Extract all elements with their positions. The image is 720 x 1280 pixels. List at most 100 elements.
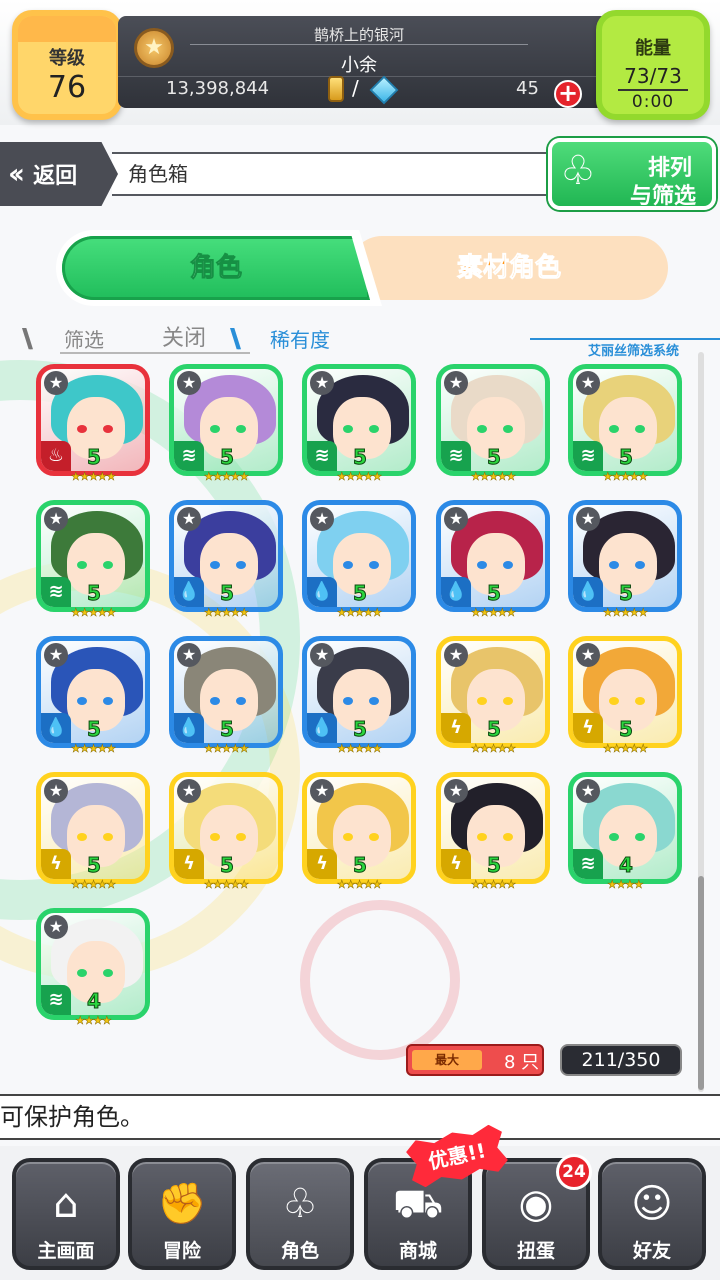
water-attribute-icon: 💧 <box>441 577 471 607</box>
character-card[interactable]: ★ ϟ 5 <box>302 772 416 884</box>
character-card[interactable]: ★ 💧 5 <box>436 500 550 612</box>
favorite-star-icon[interactable]: ★ <box>44 643 68 667</box>
thunder-attribute-icon: ϟ <box>441 849 471 879</box>
favorite-star-icon[interactable]: ★ <box>310 779 334 803</box>
character-card[interactable]: ★ ♨ 5 <box>36 364 150 476</box>
favorite-star-icon[interactable]: ★ <box>576 371 600 395</box>
rarity-stars: ★★★★★ <box>203 470 250 484</box>
thunder-attribute-icon: ϟ <box>441 713 471 743</box>
rarity-stars: ★★★★★ <box>203 606 250 620</box>
character-level: 5 <box>487 581 502 606</box>
favorite-star-icon[interactable]: ★ <box>444 507 468 531</box>
rarity-stars: ★★★★★ <box>602 470 649 484</box>
character-level: 5 <box>353 445 368 470</box>
filter-system-label: 艾丽丝筛选系统 <box>588 344 680 359</box>
character-card[interactable]: ★ ≋ 5 <box>169 364 283 476</box>
favorite-star-icon[interactable]: ★ <box>310 643 334 667</box>
thunder-attribute-icon: ϟ <box>573 713 603 743</box>
favorite-star-icon[interactable]: ★ <box>310 507 334 531</box>
rarity-stars: ★★★★★ <box>470 606 517 620</box>
rarity-stars: ★★★★★ <box>336 606 383 620</box>
nav-adventure-button[interactable]: ✊ 冒险 <box>128 1158 236 1270</box>
filter-state[interactable]: 关闭 <box>162 320 206 352</box>
character-card[interactable]: ★ ϟ 5 <box>436 772 550 884</box>
max-label: 最大 <box>412 1050 482 1070</box>
character-card[interactable]: ★ ϟ 5 <box>436 636 550 748</box>
nav-gacha-label: 扭蛋 <box>516 1240 555 1262</box>
back-button[interactable]: ‹‹ 返回 <box>0 142 118 206</box>
character-card[interactable]: ★ ≋ 5 <box>36 500 150 612</box>
character-card[interactable]: ★ ≋ 4 <box>36 908 150 1020</box>
tab-characters[interactable]: 角色 <box>62 236 370 300</box>
favorite-star-icon[interactable]: ★ <box>576 643 600 667</box>
character-card[interactable]: ★ ϟ 5 <box>568 636 682 748</box>
rarity-stars: ★★★★★ <box>336 470 383 484</box>
energy-box: 能量 73/73 0:00 <box>596 10 710 120</box>
character-card[interactable]: ★ 💧 5 <box>568 500 682 612</box>
tab-material-characters[interactable]: 素材角色 <box>350 236 668 300</box>
nav-home-button[interactable]: ⌂ 主画面 <box>12 1158 120 1270</box>
thunder-attribute-icon: ϟ <box>174 849 204 879</box>
favorite-star-icon[interactable]: ★ <box>444 643 468 667</box>
tab-material-label: 素材角色 <box>456 253 561 284</box>
character-level: 5 <box>87 581 102 606</box>
rarity-stars: ★★★★★ <box>470 878 517 892</box>
character-card[interactable]: ★ 💧 5 <box>169 636 283 748</box>
energy-timer: 0:00 <box>631 92 675 112</box>
resource-separator: / <box>352 76 359 100</box>
character-level: 5 <box>87 445 102 470</box>
favorite-star-icon[interactable]: ★ <box>44 915 68 939</box>
rarity-sort-label[interactable]: 稀有度 <box>270 324 330 353</box>
character-level: 5 <box>619 445 634 470</box>
favorite-star-icon[interactable]: ★ <box>177 643 201 667</box>
favorite-star-icon[interactable]: ★ <box>177 371 201 395</box>
add-crystal-button[interactable]: + <box>554 80 582 108</box>
nav-friends-button[interactable]: ☺ 好友 <box>598 1158 706 1270</box>
character-card[interactable]: ★ ϟ 5 <box>169 772 283 884</box>
character-card[interactable]: ★ 💧 5 <box>302 636 416 748</box>
character-level: 5 <box>220 445 235 470</box>
tip-ticker: 可保护角色。 <box>0 1094 720 1140</box>
favorite-star-icon[interactable]: ★ <box>44 779 68 803</box>
handshake-icon: ✊ <box>157 1181 207 1227</box>
scrollbar-thumb[interactable] <box>698 876 704 1090</box>
energy-value: 73/73 <box>624 64 682 88</box>
favorite-star-icon[interactable]: ★ <box>444 371 468 395</box>
favorite-star-icon[interactable]: ★ <box>44 371 68 395</box>
character-card[interactable]: ★ ≋ 5 <box>302 364 416 476</box>
filter-row: \\ 筛选 关闭 \\ 稀有度 艾丽丝筛选系统 <box>0 318 720 359</box>
nav-characters-button[interactable]: ♧ 角色 <box>246 1158 354 1270</box>
character-card[interactable]: ★ ≋ 4 <box>568 772 682 884</box>
player-level-box: 等级 76 <box>12 10 122 120</box>
rarity-stars: ★★★★★ <box>70 606 117 620</box>
favorite-star-icon[interactable]: ★ <box>576 507 600 531</box>
favorite-star-icon[interactable]: ★ <box>177 779 201 803</box>
character-card[interactable]: ★ ≋ 5 <box>568 364 682 476</box>
character-card[interactable]: ★ 💧 5 <box>169 500 283 612</box>
character-card[interactable]: ★ 💧 5 <box>36 636 150 748</box>
crystal-icon <box>369 75 399 105</box>
rarity-stars: ★★★★★ <box>470 470 517 484</box>
favorite-star-icon[interactable]: ★ <box>310 371 334 395</box>
favorite-star-icon[interactable]: ★ <box>576 779 600 803</box>
character-card[interactable]: ★ ≋ 5 <box>436 364 550 476</box>
favorite-star-icon[interactable]: ★ <box>444 779 468 803</box>
player-info-panel[interactable]: ★ 鹊桥上的银河 小余 13,398,844 / 45 + <box>118 16 608 108</box>
rarity-stars: ★★★★★ <box>470 742 517 756</box>
player-name: 小余 <box>341 55 377 76</box>
filter-label[interactable]: 筛选 <box>64 324 104 353</box>
thunder-attribute-icon: ϟ <box>307 849 337 879</box>
favorite-star-icon[interactable]: ★ <box>44 507 68 531</box>
slash-decoration-icon: \\ <box>230 324 241 354</box>
sort-filter-button[interactable]: ♧ 排列 与筛选 <box>548 138 716 210</box>
bunny-sort-icon: ♧ <box>560 148 596 194</box>
player-title: 鹊桥上的银河 <box>313 26 404 44</box>
character-card[interactable]: ★ ϟ 5 <box>36 772 150 884</box>
character-level: 5 <box>487 445 502 470</box>
fire-attribute-icon: ♨ <box>41 441 71 471</box>
character-level: 5 <box>353 581 368 606</box>
character-card[interactable]: ★ 💧 5 <box>302 500 416 612</box>
crystal-amount: 45 <box>516 78 539 99</box>
favorite-star-icon[interactable]: ★ <box>177 507 201 531</box>
sort-label-line2: 与筛选 <box>630 184 697 209</box>
